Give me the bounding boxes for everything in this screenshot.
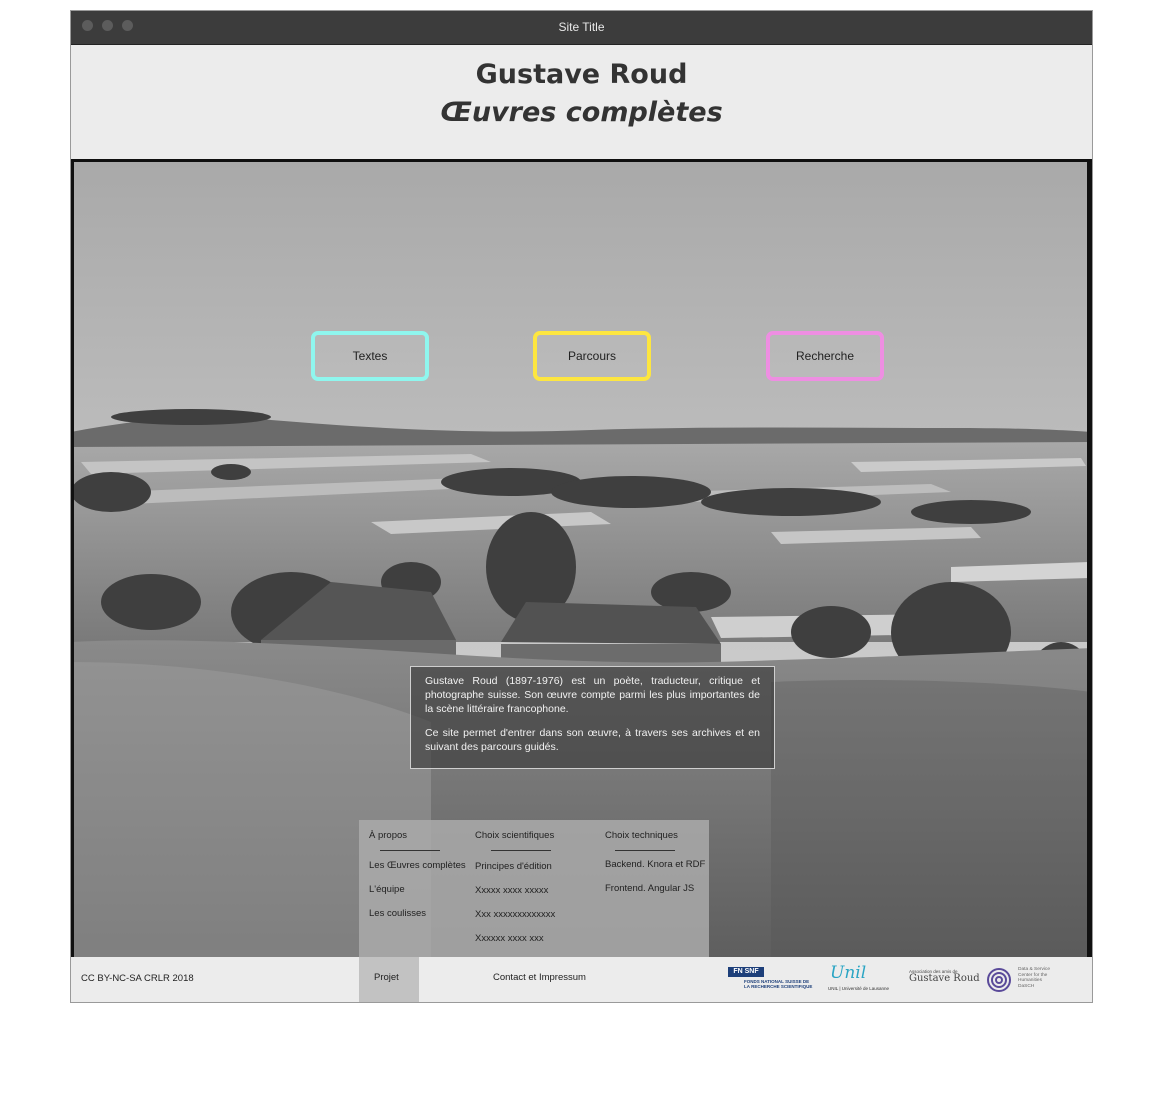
recherche-button-label: Recherche <box>795 349 855 363</box>
site-footer: CC BY-NC-SA CRLR 2018 Projet Contact et … <box>71 957 1092 1002</box>
textes-button[interactable]: Textes <box>311 331 429 381</box>
divider <box>491 850 551 851</box>
menu-heading-a-propos[interactable]: À propos <box>369 830 407 841</box>
license-text: CC BY-NC-SA CRLR 2018 <box>81 973 194 984</box>
fns-snf-logo[interactable]: FN SNF FONDS NATIONAL SUISSE DE LA RECHE… <box>728 967 816 993</box>
footer-menu: À propos Les Œuvres complètes L'équipe L… <box>359 820 709 957</box>
fns-snf-caption: FONDS NATIONAL SUISSE DE LA RECHERCHE SC… <box>744 979 813 989</box>
recherche-button[interactable]: Recherche <box>766 331 884 381</box>
amis-gustave-roud-logo[interactable]: Association des amis de Gustave Roud <box>909 969 980 991</box>
site-header: Gustave Roud Œuvres complètes <box>71 45 1092 159</box>
menu-link-oeuvres-completes[interactable]: Les Œuvres complètes <box>369 860 466 871</box>
menu-link-equipe[interactable]: L'équipe <box>369 884 405 895</box>
parcours-button[interactable]: Parcours <box>533 331 651 381</box>
menu-link-placeholder-2[interactable]: Xxx xxxxxxxxxxxxx <box>475 909 555 920</box>
intro-paragraph-1: Gustave Roud (1897-1976) est un poète, t… <box>425 675 760 715</box>
intro-text-box: Gustave Roud (1897-1976) est un poète, t… <box>410 666 775 769</box>
site-subtitle: Œuvres complètes <box>440 97 723 128</box>
unil-wordmark: Unil <box>830 963 867 983</box>
window-title: Site Title <box>558 20 605 34</box>
menu-link-principes-edition[interactable]: Principes d'édition <box>475 861 552 872</box>
contact-impressum-link[interactable]: Contact et Impressum <box>493 972 586 983</box>
menu-link-backend[interactable]: Backend. Knora et RDF <box>605 859 705 870</box>
unil-caption: UNIL | Université de Lausanne <box>828 986 890 991</box>
textes-button-label: Textes <box>352 349 388 363</box>
menu-link-placeholder-1[interactable]: Xxxxx xxxx xxxxx <box>475 885 548 896</box>
title-bar: Site Title <box>71 11 1092 45</box>
fns-snf-mark: FN SNF <box>728 967 764 977</box>
hero-landscape-photo: Textes Parcours Recherche Gustave Roud (… <box>71 159 1092 957</box>
parcours-button-label: Parcours <box>567 349 617 363</box>
dasch-logo[interactable]: Data & Service Center for the Humanities… <box>986 966 1058 994</box>
divider <box>615 850 675 851</box>
menu-link-coulisses[interactable]: Les coulisses <box>369 908 426 919</box>
menu-link-placeholder-3[interactable]: Xxxxxx xxxx xxx <box>475 933 544 944</box>
dasch-spiral-icon <box>987 968 1011 992</box>
amis-wordmark: Gustave Roud <box>909 973 980 984</box>
unil-logo[interactable]: Unil UNIL | Université de Lausanne <box>828 963 900 995</box>
divider <box>380 850 440 851</box>
intro-paragraph-2: Ce site permet d'entrer dans son œuvre, … <box>425 727 760 753</box>
dasch-caption: Data & Service Center for the Humanities… <box>1018 967 1050 989</box>
menu-heading-choix-techniques[interactable]: Choix techniques <box>605 830 678 841</box>
projet-tab[interactable]: Projet <box>359 957 419 1002</box>
browser-window: Site Title Gustave Roud Œuvres complètes <box>70 10 1093 1003</box>
site-title: Gustave Roud <box>475 59 688 90</box>
menu-link-frontend[interactable]: Frontend. Angular JS <box>605 883 694 894</box>
menu-heading-choix-scientifiques[interactable]: Choix scientifiques <box>475 830 554 841</box>
